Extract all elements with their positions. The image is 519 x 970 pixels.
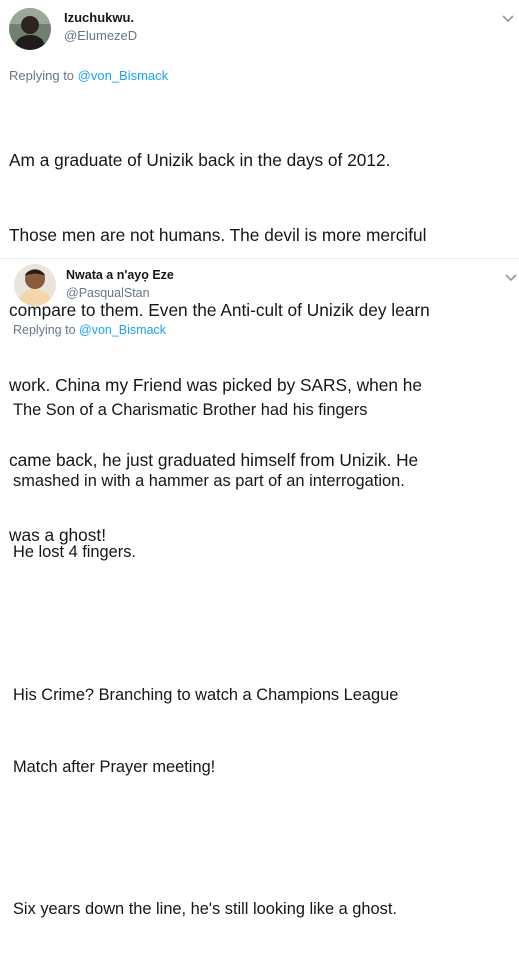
username[interactable]: @PasqualStan [66, 286, 150, 300]
chevron-down-icon[interactable] [502, 14, 514, 24]
tweet-text-line [13, 613, 405, 637]
chevron-down-icon[interactable] [505, 273, 517, 283]
mention-link[interactable]: @von_Bismack [79, 323, 166, 337]
tweet-text-line: Am a graduate of Unizik back in the days… [9, 150, 391, 170]
tweet-text-line: The Son of a Charismatic Brother had his… [13, 400, 368, 419]
avatar[interactable] [14, 264, 56, 306]
replying-to-label: Replying to [13, 323, 80, 337]
avatar[interactable] [9, 8, 51, 50]
tweet-text-line [13, 827, 405, 851]
display-name[interactable]: Nwata a n'ayọ Eze [66, 268, 174, 282]
tweet-text-line: He lost 4 fingers. [13, 543, 136, 562]
tweet-text-line: Six years down the line, he's still look… [13, 900, 397, 919]
username[interactable]: @ElumezeD [64, 28, 137, 43]
tweet-1[interactable]: Izuchukwu. @ElumezeD Replying to @von_Bi… [0, 0, 519, 545]
tweet-text-line: His Crime? Branching to watch a Champion… [13, 686, 399, 705]
replying-to-label: Replying to [9, 68, 78, 83]
replying-to: Replying to @von_Bismack [9, 68, 168, 83]
avatar-image [14, 264, 56, 306]
tweet-text-line: smashed in with a hammer as part of an i… [13, 471, 405, 490]
tweet-text-line: Those men are not humans. The devil is m… [9, 225, 427, 245]
tweet-2[interactable]: Nwata a n'ayọ Eze @PasqualStan Replying … [0, 259, 519, 918]
tweet-text: The Son of a Charismatic Brother had his… [13, 351, 405, 970]
tweet-text-line: Match after Prayer meeting! [13, 757, 216, 776]
display-name[interactable]: Izuchukwu. [64, 10, 134, 25]
avatar-image [9, 8, 51, 50]
replying-to: Replying to @von_Bismack [13, 323, 166, 337]
mention-link[interactable]: @von_Bismack [78, 68, 169, 83]
